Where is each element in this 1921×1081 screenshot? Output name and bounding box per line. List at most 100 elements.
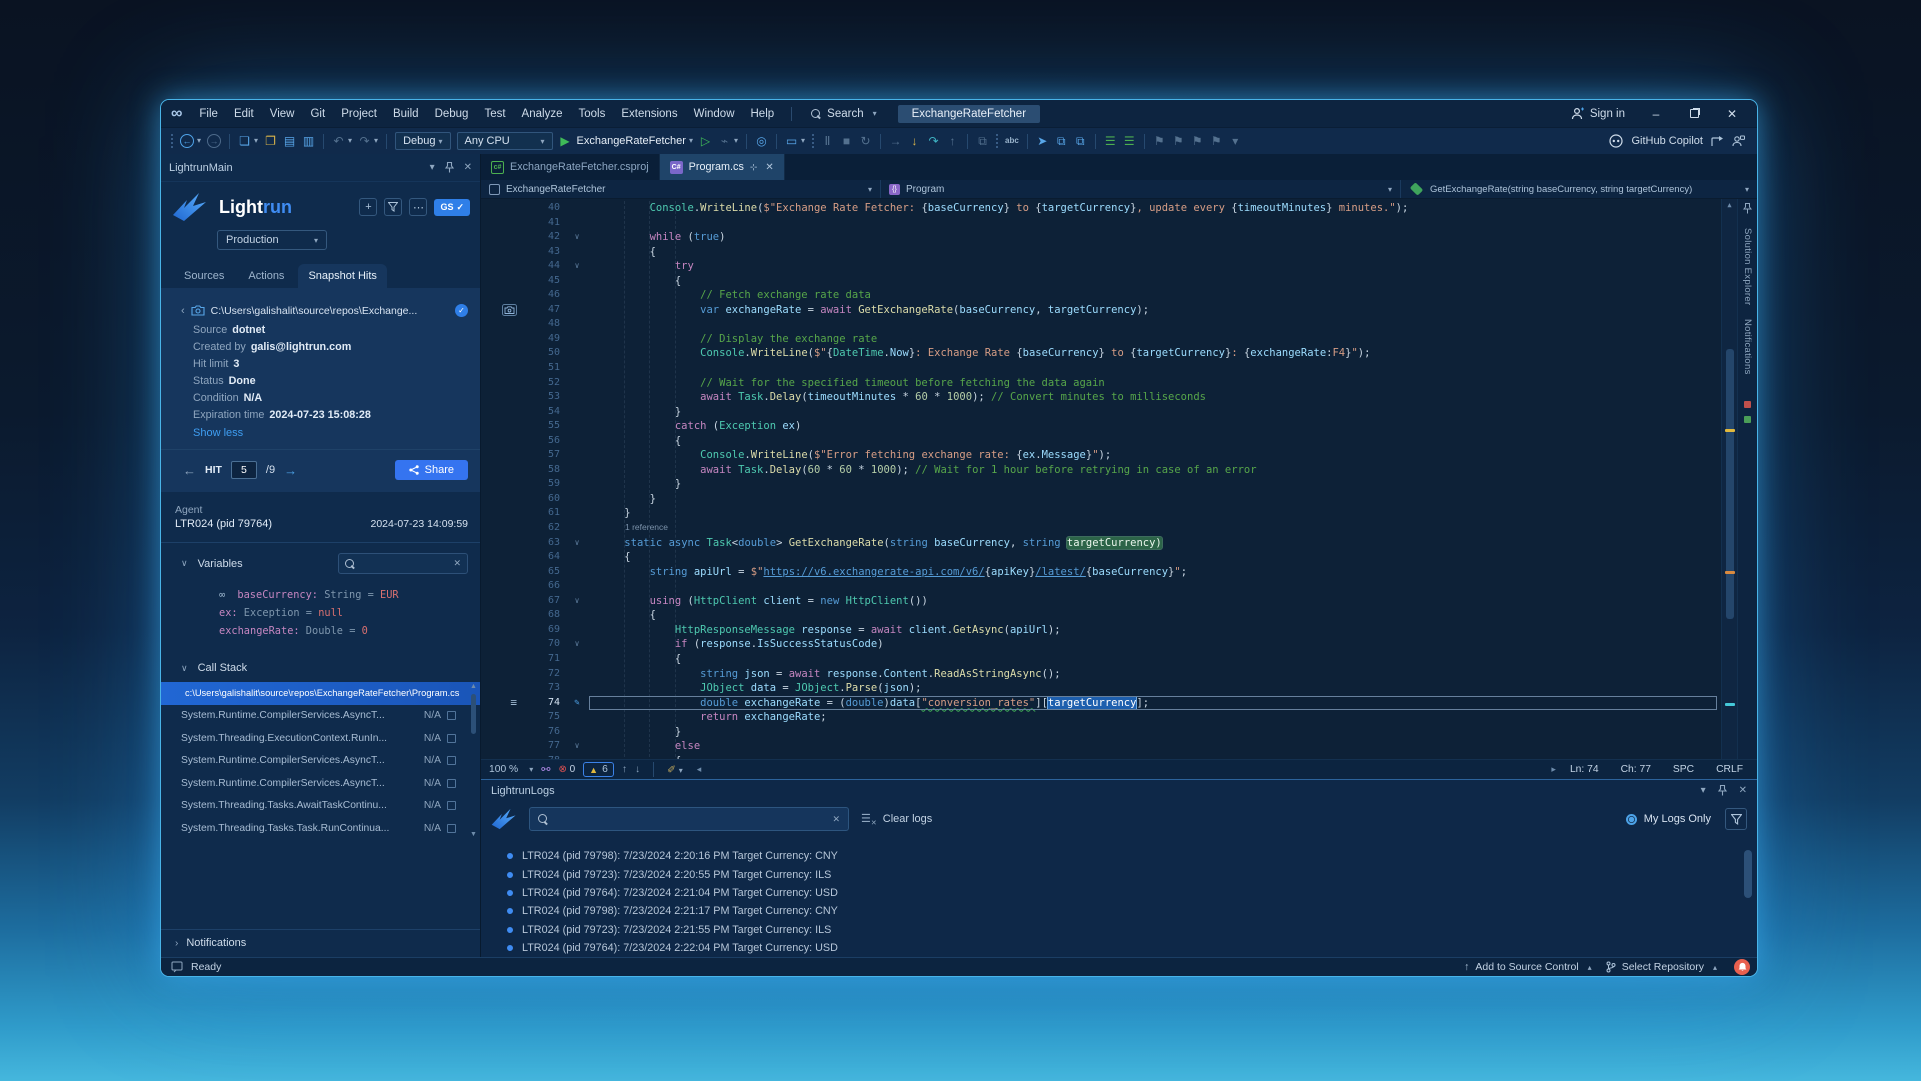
menu-build[interactable]: Build — [385, 106, 427, 122]
next-issue-icon[interactable]: ↓ — [635, 764, 640, 775]
menu-debug[interactable]: Debug — [427, 106, 477, 122]
restore-button[interactable] — [1677, 103, 1711, 125]
call-stack-frame[interactable]: System.Threading.ExecutionContext.RunIn.… — [161, 727, 480, 750]
call-stack-frame[interactable]: System.Runtime.CompilerServices.AsyncT..… — [161, 772, 480, 795]
hit-number-input[interactable]: 5 — [231, 461, 257, 479]
menu-help[interactable]: Help — [743, 106, 783, 122]
step-over-icon[interactable]: ↷ — [924, 134, 943, 148]
breakpoints-window-icon[interactable]: ⧉ — [973, 134, 992, 148]
log-entry[interactable]: LTR024 (pid 79764): 7/23/2024 2:22:04 PM… — [507, 939, 1757, 957]
variable-row[interactable]: exchangeRate: Double = 0 — [161, 622, 480, 640]
variables-search-box[interactable]: ✕ — [338, 553, 468, 574]
share-button[interactable]: Share — [395, 460, 468, 480]
fold-toggle[interactable]: ∨ — [567, 536, 587, 551]
clear-logs-button[interactable]: ☰✕ Clear logs — [861, 812, 932, 827]
breadcrumb-segment-1[interactable]: ExchangeRateFetcher▾ — [481, 180, 881, 198]
log-entry[interactable]: LTR024 (pid 79798): 7/23/2024 2:21:17 PM… — [507, 902, 1757, 920]
call-stack-frame[interactable]: System.Threading.Tasks.AwaitTaskContinu.… — [161, 795, 480, 818]
scroll-right-icon[interactable]: ▸ — [1551, 764, 1556, 775]
code-fix-icon[interactable]: ✐▾ — [667, 764, 683, 776]
variables-search-input[interactable] — [361, 558, 447, 569]
scroll-left-icon[interactable]: ◂ — [697, 764, 702, 775]
code-editor[interactable]: 40 Console.WriteLine($"Exchange Rate Fet… — [481, 199, 1757, 759]
scroll-up-icon[interactable]: ▲ — [470, 682, 477, 692]
call-stack-section-header[interactable]: ∨ Call Stack — [161, 654, 480, 680]
tab-actions[interactable]: Actions — [238, 264, 294, 288]
debug-config-dropdown[interactable]: Debug▾ — [395, 132, 450, 150]
redo-icon[interactable]: ↷▾ — [355, 134, 381, 148]
undo-icon[interactable]: ↶▾ — [329, 134, 355, 148]
minimize-button[interactable]: – — [1639, 103, 1673, 125]
toggle-bookmark-icon[interactable]: ⚑ — [1150, 134, 1169, 148]
start-without-debug-icon[interactable]: ▷ — [696, 134, 715, 148]
zoom-level-dropdown[interactable]: 100 % — [489, 764, 518, 775]
editor-tab-program.cs[interactable]: C#Program.cs⊹✕ — [660, 154, 785, 180]
search-box[interactable]: Search ▾ — [801, 106, 886, 122]
menu-window[interactable]: Window — [686, 106, 743, 122]
selection-pointer-icon[interactable]: ➤ — [1033, 134, 1052, 148]
previous-bookmark-icon[interactable]: ⚑ — [1169, 134, 1188, 148]
warning-count-button[interactable]: ▲ 6 — [583, 762, 614, 777]
notifications-section-header[interactable]: › Notifications — [161, 929, 480, 957]
menu-tools[interactable]: Tools — [570, 106, 613, 122]
scrollbar-thumb[interactable] — [471, 694, 476, 734]
breadcrumb-segment-3[interactable]: GetExchangeRate(string baseCurrency, str… — [1401, 180, 1757, 198]
select-repository-button[interactable]: Select Repository ▴ — [1606, 961, 1717, 973]
clear-bookmarks-icon[interactable]: ⚑ — [1207, 134, 1226, 148]
new-project-icon[interactable]: ❏▾ — [235, 134, 261, 148]
next-hit-icon[interactable]: → — [284, 463, 297, 478]
eol-indicator[interactable]: CRLF — [1716, 764, 1743, 775]
toolbar-drag-handle[interactable] — [995, 133, 999, 149]
pin-icon[interactable] — [1718, 785, 1727, 796]
log-entries[interactable]: LTR024 (pid 79798): 7/23/2024 2:20:16 PM… — [481, 837, 1757, 957]
clear-search-icon[interactable]: ✕ — [453, 558, 461, 569]
call-stack-frame[interactable]: System.Runtime.CompilerServices.AsyncT..… — [161, 705, 480, 728]
step-into-icon[interactable]: ↓ — [905, 134, 924, 148]
my-logs-only-toggle[interactable]: My Logs Only — [1626, 813, 1711, 825]
variable-row[interactable]: ∞ baseCurrency: String = EUR — [161, 586, 480, 604]
code-cleanup-icon[interactable]: ⚯ — [541, 763, 550, 776]
previous-hit-icon[interactable]: ← — [183, 463, 196, 478]
solution-name-badge[interactable]: ExchangeRateFetcher — [898, 105, 1040, 123]
chevron-down-icon[interactable]: ▾ — [430, 162, 435, 173]
tab-solution-explorer[interactable]: Solution Explorer — [1742, 228, 1753, 305]
log-entry[interactable]: LTR024 (pid 79764): 7/23/2024 2:21:04 PM… — [507, 884, 1757, 902]
fold-toggle[interactable]: ∨ — [567, 259, 587, 274]
platform-dropdown[interactable]: Any CPU▾ — [457, 132, 553, 150]
menu-test[interactable]: Test — [476, 106, 513, 122]
copilot-label[interactable]: GitHub Copilot — [1631, 135, 1703, 147]
editor-tab-exchangeratefetcher.csproj[interactable]: c#ExchangeRateFetcher.csproj — [481, 154, 660, 180]
menu-git[interactable]: Git — [302, 106, 333, 122]
add-action-button[interactable]: + — [359, 198, 377, 216]
close-icon[interactable]: ✕ — [1739, 785, 1747, 796]
scroll-up-icon[interactable]: ▲ — [1722, 201, 1737, 209]
environment-dropdown[interactable]: Production ▾ — [217, 230, 327, 250]
step-out-icon[interactable]: ↑ — [943, 134, 962, 148]
log-entry[interactable]: LTR024 (pid 79723): 7/23/2024 2:20:55 PM… — [507, 866, 1757, 884]
column-indicator[interactable]: Ch: 77 — [1621, 764, 1651, 775]
menu-view[interactable]: View — [262, 106, 303, 122]
show-less-link[interactable]: Show less — [161, 423, 480, 449]
lightrun-actions-icon[interactable]: ≡ — [510, 696, 517, 711]
spaces-indicator[interactable]: SPC — [1673, 764, 1694, 775]
logs-search-box[interactable]: ✕ — [529, 807, 849, 831]
menu-extensions[interactable]: Extensions — [613, 106, 685, 122]
add-to-source-control-button[interactable]: ↑ Add to Source Control ▴ — [1464, 961, 1592, 973]
breadcrumb-segment-2[interactable]: {}Program▾ — [881, 180, 1401, 198]
show-next-statement-icon[interactable]: → — [886, 134, 905, 148]
variable-row[interactable]: ex: Exception = null — [161, 604, 480, 622]
menu-file[interactable]: File — [191, 106, 226, 122]
error-count-icon[interactable]: ⊗ 0 — [558, 764, 575, 775]
previous-issue-icon[interactable]: ↑ — [622, 764, 627, 775]
call-stack-frame[interactable]: System.Runtime.CompilerServices.AsyncT..… — [161, 750, 480, 773]
snapshot-path[interactable]: C:\Users\galishalit\source\repos\Exchang… — [211, 305, 418, 317]
code-snippet-icon[interactable]: ⧉ — [1071, 134, 1090, 148]
share-feedback-icon[interactable] — [1711, 135, 1724, 147]
logs-search-input[interactable] — [556, 813, 824, 825]
open-file-icon[interactable]: ❐ — [261, 134, 280, 148]
hot-reload-icon[interactable]: ⌁▾ — [715, 134, 741, 148]
menu-edit[interactable]: Edit — [226, 106, 262, 122]
comment-selection-icon[interactable]: ☰ — [1101, 134, 1120, 148]
sign-in-button[interactable]: Sign in — [1561, 107, 1635, 120]
toolbar-drag-handle[interactable] — [170, 133, 174, 149]
